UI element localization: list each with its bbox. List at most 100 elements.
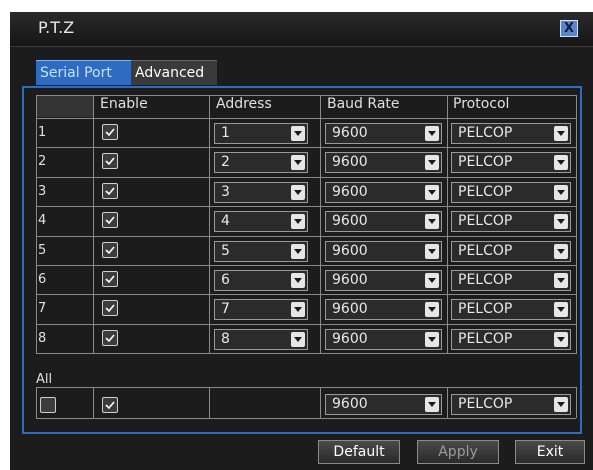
column-header: Enable: [100, 96, 148, 112]
all-baud-rate-select[interactable]: 9600: [325, 394, 442, 415]
baud-rate-select[interactable]: 9600: [325, 240, 442, 262]
chevron-down-icon[interactable]: [554, 273, 568, 288]
grid-line: [36, 95, 37, 355]
chevron-down-icon[interactable]: [425, 302, 439, 318]
baud-rate-select[interactable]: 9600: [325, 181, 442, 203]
address-select-value: 2: [221, 154, 230, 171]
close-button[interactable]: X: [560, 20, 578, 37]
chevron-down-icon[interactable]: [291, 126, 305, 141]
protocol-select[interactable]: PELCOP: [451, 240, 571, 262]
chevron-down-icon[interactable]: [425, 126, 439, 141]
column-header: Address: [216, 96, 272, 112]
chevron-down-icon[interactable]: [425, 331, 439, 347]
apply-button[interactable]: Apply: [417, 440, 499, 464]
address-select[interactable]: 4: [214, 211, 308, 233]
address-select-value: 4: [221, 213, 230, 230]
protocol-select-value: PELCOP: [458, 242, 513, 259]
grid-line: [36, 418, 576, 419]
address-select-value: 1: [221, 125, 230, 141]
protocol-select[interactable]: PELCOP: [451, 328, 571, 350]
chevron-down-icon[interactable]: [291, 273, 305, 288]
chevron-down-icon[interactable]: [554, 302, 568, 318]
address-select[interactable]: 8: [214, 328, 308, 350]
address-select[interactable]: 6: [214, 270, 308, 291]
enable-checkbox[interactable]: [102, 300, 118, 317]
baud-rate-select-value: 9600: [332, 242, 368, 259]
grid-line: [93, 387, 94, 418]
grid-line: [209, 387, 210, 418]
row-number: 5: [38, 242, 47, 258]
address-select[interactable]: 5: [214, 240, 308, 262]
chevron-down-icon[interactable]: [425, 214, 439, 230]
protocol-select-value: PELCOP: [458, 213, 513, 230]
enable-checkbox[interactable]: [102, 271, 118, 287]
chevron-down-icon[interactable]: [554, 214, 568, 230]
baud-rate-select-value: 9600: [332, 183, 368, 200]
baud-rate-select-value: 9600: [332, 154, 368, 171]
protocol-select[interactable]: PELCOP: [451, 270, 571, 291]
enable-checkbox[interactable]: [102, 182, 118, 199]
chevron-down-icon[interactable]: [554, 397, 568, 412]
protocol-select[interactable]: PELCOP: [451, 181, 571, 203]
baud-rate-select[interactable]: 9600: [325, 123, 442, 144]
address-select[interactable]: 2: [214, 152, 308, 174]
baud-rate-select[interactable]: 9600: [325, 299, 442, 321]
protocol-select-value: PELCOP: [458, 125, 513, 141]
exit-button[interactable]: Exit: [515, 440, 585, 464]
chevron-down-icon[interactable]: [291, 243, 305, 259]
row-number: 1: [38, 125, 47, 140]
row-number: 4: [38, 213, 47, 229]
default-button[interactable]: Default: [318, 440, 400, 464]
enable-checkbox[interactable]: [102, 329, 118, 346]
protocol-select[interactable]: PELCOP: [451, 299, 571, 321]
row-number: 3: [38, 183, 47, 199]
enable-checkbox[interactable]: [102, 124, 118, 140]
chevron-down-icon[interactable]: [291, 302, 305, 318]
chevron-down-icon[interactable]: [425, 243, 439, 259]
enable-checkbox[interactable]: [102, 241, 118, 258]
chevron-down-icon[interactable]: [554, 126, 568, 141]
row-number: 6: [38, 272, 47, 287]
tab-serial-port[interactable]: Serial Port: [36, 60, 131, 85]
baud-rate-select[interactable]: 9600: [325, 152, 442, 174]
grid-line: [447, 95, 448, 355]
baud-rate-select[interactable]: 9600: [325, 211, 442, 233]
protocol-select[interactable]: PELCOP: [451, 152, 571, 174]
chevron-down-icon[interactable]: [554, 331, 568, 347]
select-all-checkbox[interactable]: [40, 397, 56, 413]
all-protocol-select-value: PELCOP: [458, 396, 513, 412]
chevron-down-icon[interactable]: [554, 243, 568, 259]
tab-advanced[interactable]: Advanced: [131, 60, 217, 85]
protocol-select[interactable]: PELCOP: [451, 123, 571, 144]
chevron-down-icon[interactable]: [425, 397, 439, 412]
baud-rate-select[interactable]: 9600: [325, 270, 442, 291]
baud-rate-select-value: 9600: [332, 330, 368, 347]
chevron-down-icon[interactable]: [291, 184, 305, 200]
protocol-select[interactable]: PELCOP: [451, 211, 571, 233]
address-select-value: 8: [221, 330, 230, 347]
grid-line: [36, 387, 576, 388]
address-select[interactable]: 1: [214, 123, 308, 144]
chevron-down-icon[interactable]: [554, 184, 568, 200]
all-enable-checkbox[interactable]: [102, 397, 118, 413]
all-label: All: [36, 372, 53, 387]
grid-line: [320, 387, 321, 418]
enable-checkbox[interactable]: [102, 153, 118, 170]
address-select[interactable]: 7: [214, 299, 308, 321]
chevron-down-icon[interactable]: [554, 155, 568, 171]
all-protocol-select[interactable]: PELCOP: [451, 394, 571, 415]
row-number: 8: [38, 330, 47, 346]
baud-rate-select[interactable]: 9600: [325, 328, 442, 350]
protocol-select-value: PELCOP: [458, 154, 513, 171]
enable-checkbox[interactable]: [102, 212, 118, 229]
grid-line: [36, 294, 576, 295]
chevron-down-icon[interactable]: [425, 184, 439, 200]
chevron-down-icon[interactable]: [291, 155, 305, 171]
address-select-value: 3: [221, 183, 230, 200]
chevron-down-icon[interactable]: [425, 155, 439, 171]
chevron-down-icon[interactable]: [425, 273, 439, 288]
address-select[interactable]: 3: [214, 181, 308, 203]
grid-line: [320, 95, 321, 355]
chevron-down-icon[interactable]: [291, 331, 305, 347]
chevron-down-icon[interactable]: [291, 214, 305, 230]
